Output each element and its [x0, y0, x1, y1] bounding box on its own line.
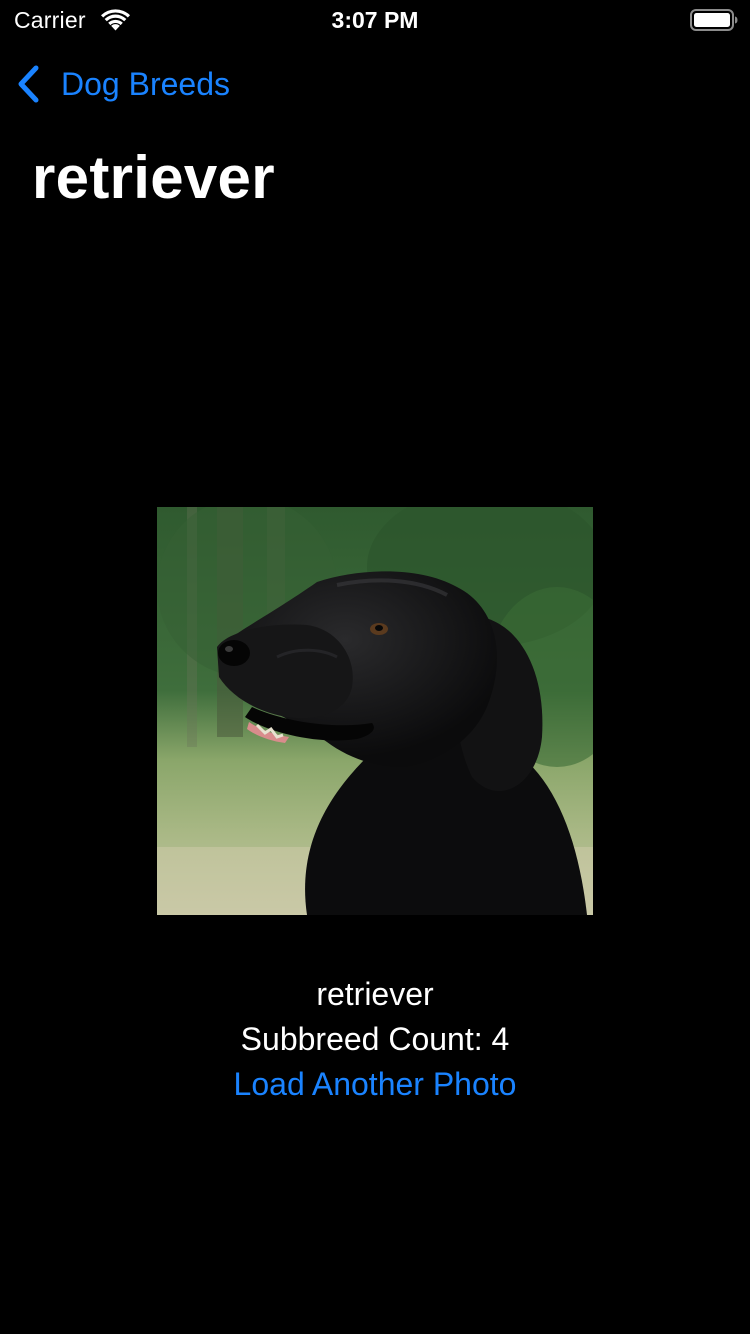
- dog-photo-illustration: [157, 507, 593, 915]
- battery-icon: [690, 9, 738, 31]
- back-button[interactable]: Dog Breeds: [14, 62, 230, 106]
- chevron-left-icon: [18, 65, 39, 103]
- dog-photo: [157, 507, 593, 915]
- subbreed-count-label: Subbreed Count: 4: [240, 1021, 510, 1057]
- load-another-photo-button[interactable]: Load Another Photo: [0, 1062, 750, 1106]
- status-time: 3:07 PM: [331, 7, 419, 33]
- status-bar: Carrier 3:07 PM: [0, 0, 750, 40]
- breed-detail-screen: Carrier 3:07 PM Dog Breeds retriever ret…: [0, 0, 750, 1334]
- breed-name-label: retriever: [316, 976, 434, 1012]
- back-button-label: Dog Breeds: [61, 66, 230, 102]
- page-title: retriever: [32, 144, 275, 211]
